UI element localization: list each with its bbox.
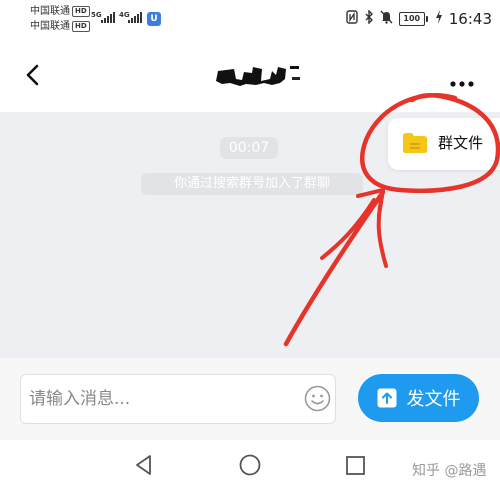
folder-icon <box>403 133 427 153</box>
system-message: 你通过搜索群号加入了群聊 <box>141 173 363 195</box>
square-recent-icon[interactable] <box>346 456 365 475</box>
emoji-button[interactable] <box>304 385 331 412</box>
mute-icon <box>380 10 393 29</box>
charging-icon <box>435 9 443 29</box>
triangle-back-icon[interactable] <box>133 454 155 476</box>
battery-indicator: 100 <box>398 12 428 26</box>
signal-strength-2-icon <box>128 12 142 23</box>
group-files-button[interactable]: 群文件 <box>388 118 500 170</box>
chevron-left-icon <box>26 64 39 86</box>
send-file-label: 发文件 <box>406 389 461 410</box>
more-dots-icon <box>450 81 474 87</box>
chat-header <box>0 38 500 112</box>
status-bar: 中国联通 HD 中国联通 HD 5G 4G U 100 16:43 <box>0 0 500 38</box>
clock: 16:43 <box>448 10 492 28</box>
message-timestamp: 00:07 <box>220 137 278 159</box>
upload-icon <box>377 388 396 408</box>
back-button[interactable] <box>22 64 44 86</box>
app-notification-icon: U <box>147 12 161 26</box>
status-right-group: 100 16:43 <box>346 8 492 29</box>
send-file-button[interactable]: 发文件 <box>358 374 479 422</box>
signal-strength-1-icon <box>101 12 115 23</box>
message-input[interactable] <box>20 374 336 424</box>
bluetooth-icon <box>364 8 374 29</box>
message-composer: 发文件 <box>0 358 500 440</box>
redacted-title-mask <box>216 66 300 86</box>
group-files-label: 群文件 <box>438 134 484 152</box>
hd-badge-2: HD <box>72 21 90 32</box>
chat-message-area[interactable]: 00:07 你通过搜索群号加入了群聊 群文件 <box>0 112 500 358</box>
carrier-line-1: 中国联通 HD <box>30 6 90 18</box>
watermark: 知乎 @路遇 <box>412 463 487 479</box>
carrier-line-2: 中国联通 HD <box>30 21 90 33</box>
hd-badge-1: HD <box>72 6 90 17</box>
system-navigation-bar: 知乎 @路遇 <box>0 440 500 494</box>
carrier-name-2: 中国联通 <box>30 21 70 32</box>
more-options-button[interactable] <box>450 72 474 87</box>
smile-icon <box>304 385 331 412</box>
nfc-icon <box>346 9 358 29</box>
carrier-name-1: 中国联通 <box>30 6 70 17</box>
circle-home-icon[interactable] <box>239 454 261 476</box>
